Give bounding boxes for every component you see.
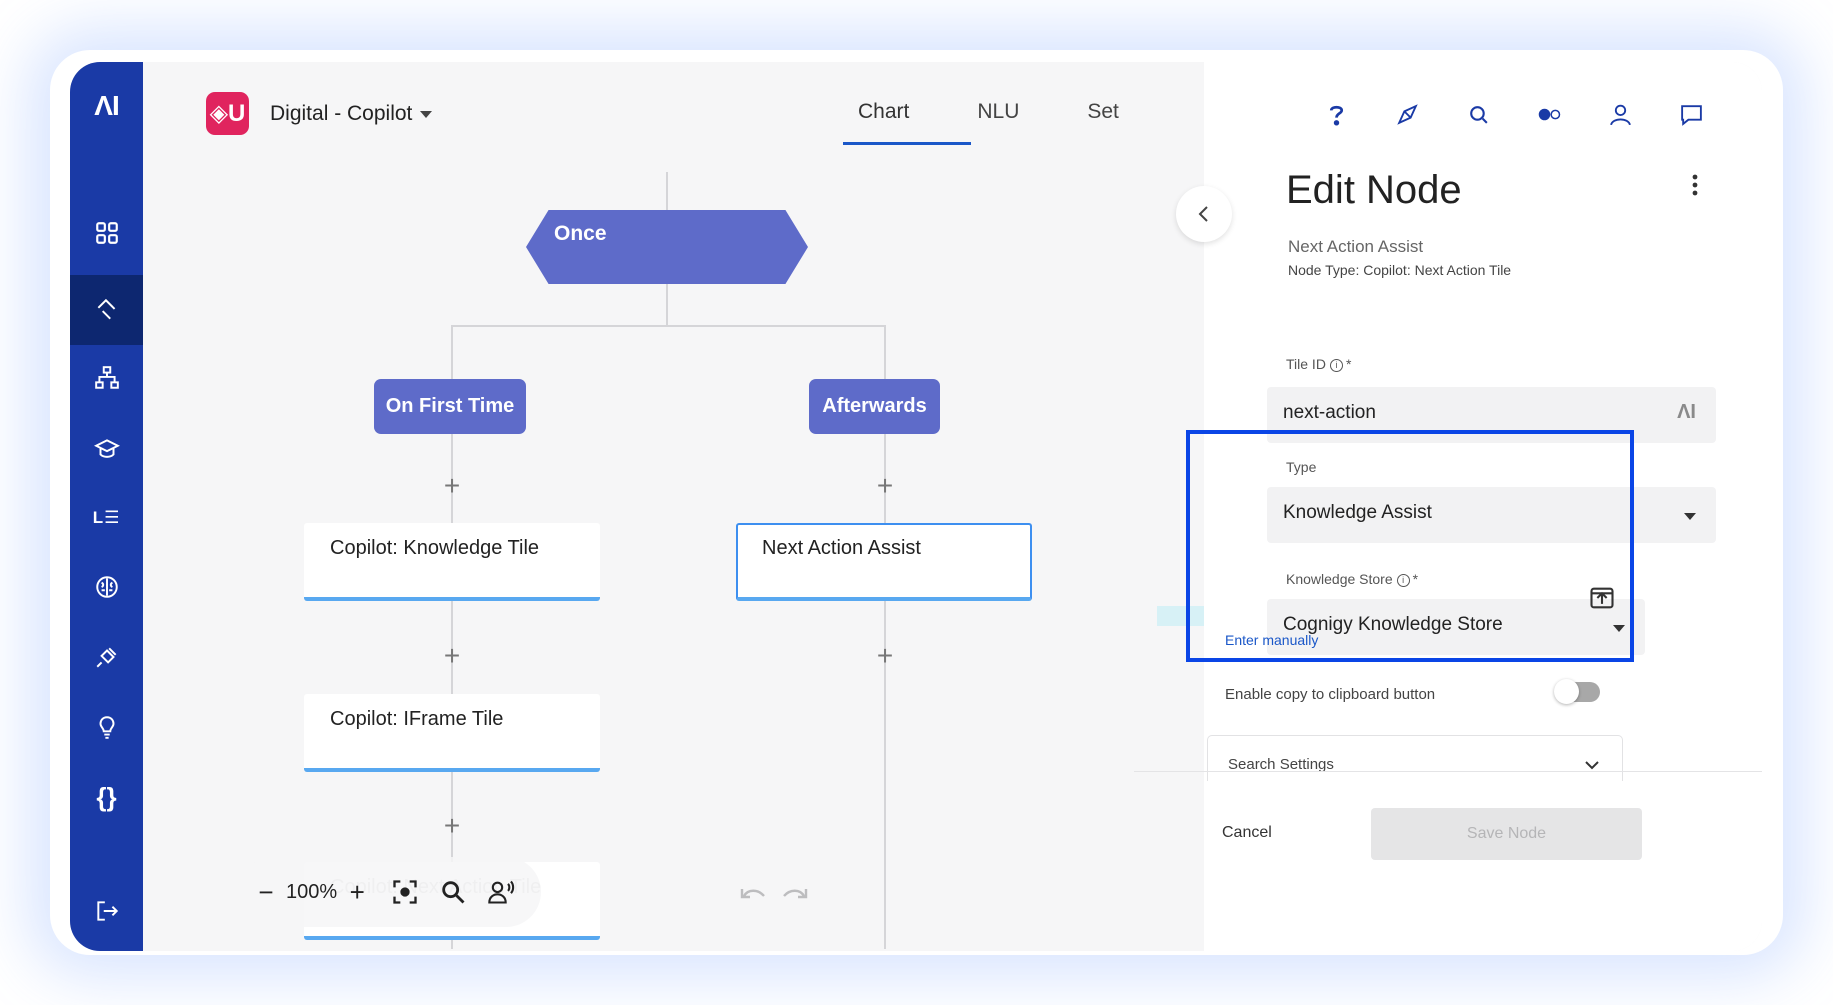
undo-redo-group: [738, 884, 818, 910]
graduation-cap-icon: [93, 439, 120, 458]
search-settings-accordion[interactable]: Search Settings: [1207, 735, 1623, 781]
copy-clipboard-toggle[interactable]: [1554, 679, 1600, 704]
project-avatar: ◈U: [206, 92, 249, 135]
sidebar: ΛI L☰ {}: [70, 62, 143, 951]
insights-nav-item[interactable]: [70, 692, 143, 762]
add-node-plus-icon[interactable]: +: [441, 812, 463, 840]
active-tab-indicator: [843, 142, 971, 145]
connector-line: [666, 172, 668, 212]
chevron-down-icon: [1585, 761, 1599, 770]
type-select[interactable]: Knowledge Assist: [1267, 487, 1716, 543]
connector-line: [666, 284, 668, 326]
copy-clipboard-label: Enable copy to clipboard button: [1225, 686, 1436, 703]
build-nav-item[interactable]: [70, 275, 143, 345]
required-marker: *: [1345, 356, 1352, 372]
voice-preview-icon[interactable]: [487, 878, 515, 906]
logout-icon: [96, 901, 118, 921]
tile-id-input[interactable]: next-action ΛI: [1267, 387, 1716, 443]
lightbulb-icon: [99, 716, 114, 739]
dropdown-caret-icon: [1613, 625, 1625, 632]
user-icon[interactable]: [1608, 102, 1633, 127]
more-options-icon[interactable]: [1692, 174, 1698, 196]
undo-icon[interactable]: [738, 884, 768, 906]
tile-id-label: Tile ID i *: [1286, 356, 1351, 372]
chat-icon[interactable]: [1679, 102, 1704, 127]
tab-nlu[interactable]: NLU: [977, 100, 1019, 124]
zoom-level: 100%: [286, 880, 338, 903]
code-nav-item[interactable]: {}: [70, 762, 143, 832]
add-node-plus-icon[interactable]: +: [441, 642, 463, 670]
zoom-in-button[interactable]: +: [343, 877, 371, 908]
logs-nav-item[interactable]: L☰: [70, 483, 143, 553]
info-icon[interactable]: i: [1329, 358, 1343, 372]
tab-settings[interactable]: Set: [1087, 100, 1119, 124]
tab-bar: Chart NLU Set: [858, 100, 1187, 124]
node-label: Next Action Assist: [1288, 237, 1424, 256]
code-braces-icon: {}: [96, 781, 117, 812]
list-icon: L☰: [92, 508, 121, 527]
type-value: Knowledge Assist: [1283, 502, 1432, 523]
plug-icon: [96, 647, 116, 668]
node-type: Node Type: Copilot: Next Action Tile: [1288, 262, 1512, 278]
flows-nav-item[interactable]: [70, 343, 143, 413]
ai-nav-item[interactable]: [70, 552, 143, 622]
on-first-time-branch[interactable]: On First Time: [374, 379, 526, 434]
afterwards-branch[interactable]: Afterwards: [809, 379, 940, 434]
next-action-assist-node[interactable]: Next Action Assist: [736, 523, 1032, 601]
hierarchy-icon: [94, 366, 119, 389]
brain-icon: [95, 576, 118, 598]
app-window: ΛI L☰ {} ◈U Digital - Copilot Chart NLU …: [70, 62, 1762, 951]
search-icon[interactable]: [1466, 102, 1491, 127]
connector-line: [451, 325, 885, 327]
grid-icon: [95, 222, 118, 244]
footer-divider: [1134, 771, 1762, 772]
integrations-nav-item[interactable]: [70, 622, 143, 692]
knowledge-tile-node[interactable]: Copilot: Knowledge Tile: [304, 523, 600, 601]
once-start-node[interactable]: Once: [526, 210, 808, 284]
knowledge-store-label-text: Knowledge Store: [1286, 571, 1393, 587]
type-label: Type: [1286, 459, 1317, 475]
training-nav-item[interactable]: [70, 414, 143, 484]
logout-nav-item[interactable]: [70, 884, 143, 951]
hammer-icon: [97, 298, 115, 320]
collapse-panel-button[interactable]: [1176, 186, 1232, 242]
redo-icon[interactable]: [780, 884, 810, 906]
project-name: Digital - Copilot: [270, 102, 413, 125]
add-node-plus-icon[interactable]: +: [874, 642, 896, 670]
zoom-out-button[interactable]: −: [252, 877, 280, 908]
cancel-button[interactable]: Cancel: [1222, 824, 1272, 842]
panel-toolbar: [1324, 102, 1704, 127]
add-node-plus-icon[interactable]: +: [874, 472, 896, 500]
search-icon[interactable]: [439, 878, 467, 906]
chevron-down-icon: [420, 110, 433, 118]
enter-manually-link[interactable]: Enter manually: [1225, 632, 1318, 648]
info-icon[interactable]: i: [1396, 573, 1410, 587]
add-node-plus-icon[interactable]: +: [441, 472, 463, 500]
app-logo: ΛI: [94, 90, 119, 121]
zoom-toolbar: − 100% +: [238, 857, 541, 927]
iframe-tile-node[interactable]: Copilot: IFrame Tile: [304, 694, 600, 772]
toggle-view-icon[interactable]: [1537, 102, 1562, 127]
dashboard-nav-item[interactable]: [70, 198, 143, 268]
tile-id-value: next-action: [1283, 402, 1376, 423]
flow-canvas[interactable]: ◈U Digital - Copilot Chart NLU Set Once …: [143, 62, 1283, 951]
tab-chart[interactable]: Chart: [858, 100, 909, 124]
dropdown-caret-icon: [1684, 513, 1696, 520]
help-icon[interactable]: [1324, 102, 1349, 127]
project-selector[interactable]: Digital - Copilot: [270, 102, 433, 126]
required-marker: *: [1412, 571, 1419, 587]
toggle-knob: [1554, 679, 1579, 704]
page-title: Edit Node: [1286, 168, 1462, 212]
knowledge-store-label: Knowledge Store i *: [1286, 571, 1418, 587]
open-store-icon[interactable]: [1588, 584, 1616, 612]
save-node-button[interactable]: Save Node: [1371, 808, 1642, 860]
tile-id-label-text: Tile ID: [1286, 356, 1326, 372]
chevron-left-icon: [1198, 206, 1208, 222]
center-focus-icon[interactable]: [391, 878, 419, 906]
compass-icon[interactable]: [1395, 102, 1420, 127]
ai-logo-icon: ΛI: [1677, 401, 1696, 423]
